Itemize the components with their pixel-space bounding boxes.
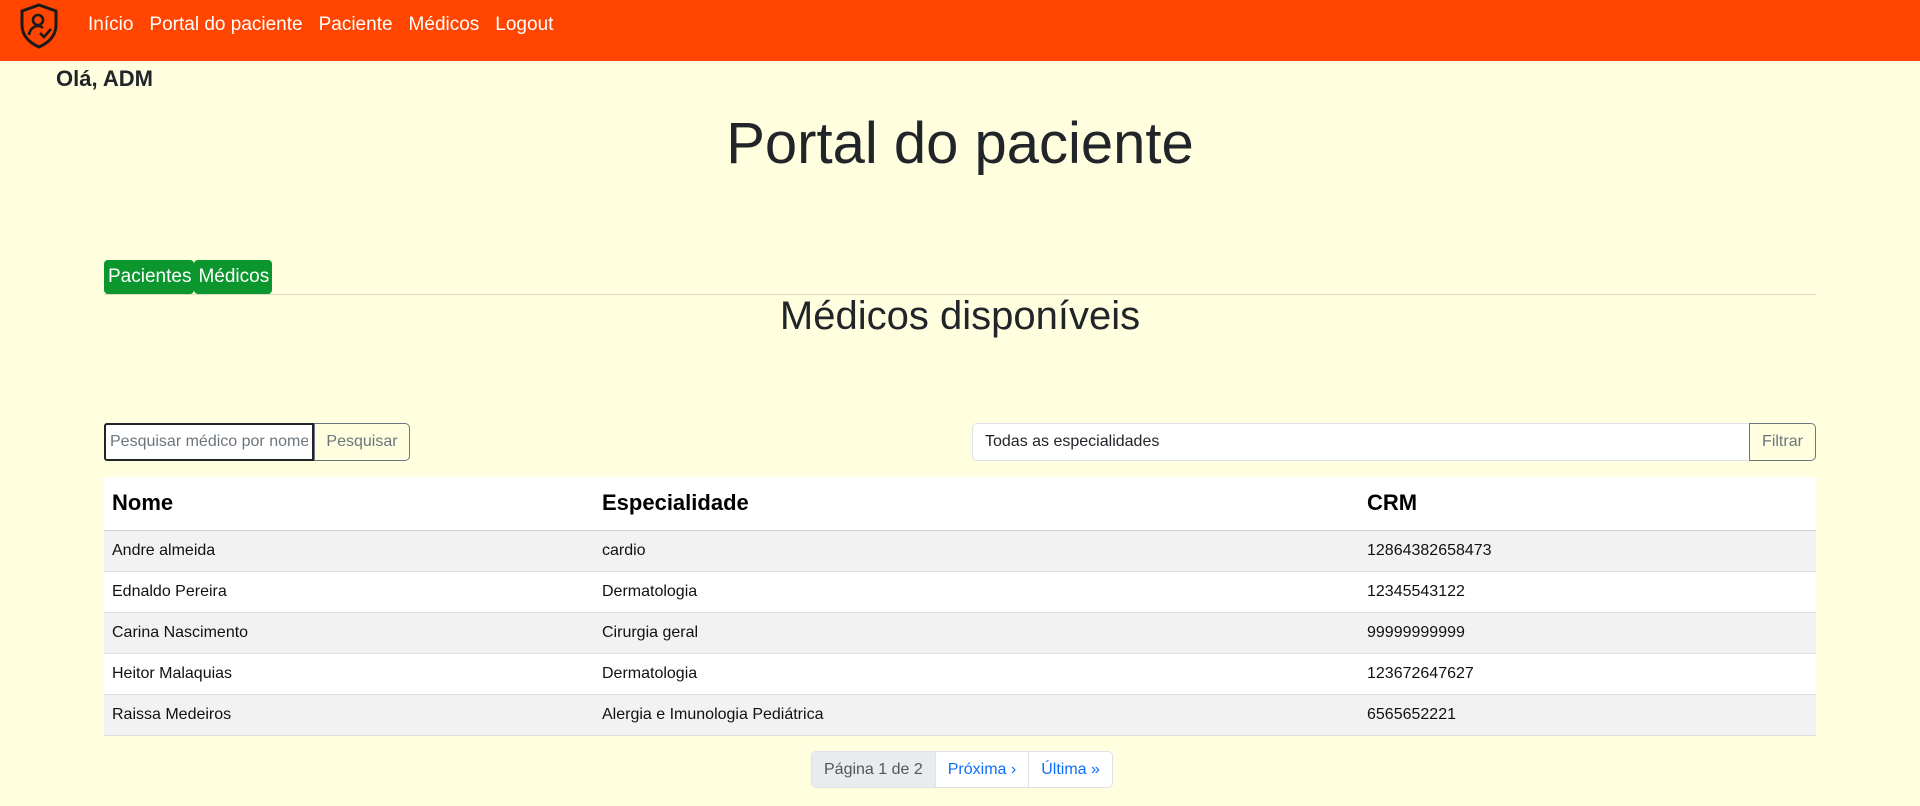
specialty-select[interactable]: Todas as especialidades [972, 423, 1750, 461]
cell-crm: 99999999999 [1359, 612, 1816, 654]
table-row: Raissa Medeiros Alergia e Imunologia Ped… [104, 694, 1816, 736]
filter-button[interactable]: Filtrar [1749, 423, 1816, 461]
page-indicator: Página 1 de 2 [812, 752, 936, 787]
greeting: Olá, ADM [56, 66, 153, 91]
search-input[interactable] [104, 423, 314, 461]
cell-nome: Ednaldo Pereira [104, 571, 594, 613]
nav-link-inicio[interactable]: Início [88, 13, 133, 37]
nav-link-paciente[interactable]: Paciente [319, 13, 393, 37]
tab-pacientes[interactable]: Pacientes [104, 260, 195, 294]
cell-crm: 123672647627 [1359, 653, 1816, 695]
cell-nome: Andre almeida [104, 530, 594, 572]
page-title: Portal do paciente [726, 111, 1194, 176]
cell-especialidade: Cirurgia geral [594, 612, 1359, 654]
cell-nome: Raissa Medeiros [104, 694, 594, 736]
nav-links: Início Portal do paciente Paciente Médic… [88, 13, 553, 37]
nav-link-portal-do-paciente[interactable]: Portal do paciente [149, 13, 302, 37]
table-row: Heitor Malaquias Dermatologia 1236726476… [104, 653, 1816, 695]
shield-user-check-icon[interactable] [18, 3, 60, 49]
column-header-nome: Nome [104, 477, 594, 531]
pagination: Página 1 de 2 Próxima › Última » [811, 751, 1113, 788]
nav-link-medicos[interactable]: Médicos [409, 13, 480, 37]
tab-medicos[interactable]: Médicos [194, 260, 273, 294]
table-row: Andre almeida cardio 12864382658473 [104, 530, 1816, 572]
nav-link-logout[interactable]: Logout [495, 13, 553, 37]
cell-crm: 12345543122 [1359, 571, 1816, 613]
doctors-table: Nome Especialidade CRM Andre almeida car… [104, 477, 1816, 736]
cell-crm: 12864382658473 [1359, 530, 1816, 572]
cell-crm: 6565652221 [1359, 694, 1816, 736]
section-title: Médicos disponíveis [779, 294, 1141, 338]
cell-especialidade: Dermatologia [594, 653, 1359, 695]
tabs: Pacientes Médicos [104, 260, 273, 294]
navbar: Início Portal do paciente Paciente Médic… [0, 0, 1920, 61]
cell-especialidade: cardio [594, 530, 1359, 572]
cell-especialidade: Dermatologia [594, 571, 1359, 613]
cell-nome: Carina Nascimento [104, 612, 594, 654]
last-page-link[interactable]: Última » [1029, 752, 1112, 787]
next-page-link[interactable]: Próxima › [936, 752, 1030, 787]
cell-nome: Heitor Malaquias [104, 653, 594, 695]
cell-especialidade: Alergia e Imunologia Pediátrica [594, 694, 1359, 736]
search-button[interactable]: Pesquisar [314, 423, 410, 461]
column-header-crm: CRM [1359, 477, 1816, 531]
table-row: Ednaldo Pereira Dermatologia 12345543122 [104, 571, 1816, 613]
table-header-row: Nome Especialidade CRM [104, 477, 1816, 531]
table-row: Carina Nascimento Cirurgia geral 9999999… [104, 612, 1816, 654]
column-header-especialidade: Especialidade [594, 477, 1359, 531]
